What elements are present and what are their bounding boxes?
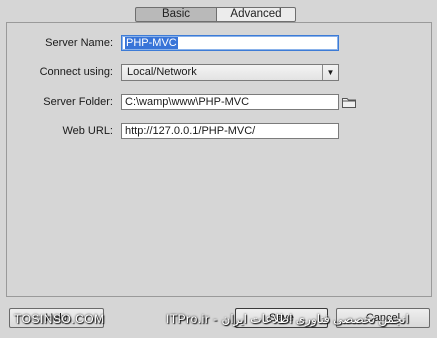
tab-bar: Basic Advanced: [135, 7, 296, 22]
web-url-label: Web URL:: [62, 125, 113, 137]
server-folder-input[interactable]: C:\wamp\www\PHP-MVC: [121, 94, 339, 110]
server-name-input[interactable]: PHP-MVC: [121, 35, 339, 51]
chevron-down-icon[interactable]: ▼: [322, 65, 338, 80]
server-folder-label: Server Folder:: [43, 96, 113, 108]
connect-using-row: Connect using: Local/Network ▼: [7, 64, 431, 82]
server-name-label: Server Name:: [45, 37, 113, 49]
watermark-left: TOSINSO.COM: [14, 312, 105, 326]
basic-settings-panel: Server Name: PHP-MVC Connect using: Loca…: [6, 22, 432, 297]
tab-advanced[interactable]: Advanced: [217, 7, 296, 22]
connect-using-select[interactable]: Local/Network ▼: [121, 64, 339, 81]
tab-basic[interactable]: Basic: [135, 7, 217, 22]
connect-using-value: Local/Network: [127, 66, 197, 78]
web-url-input[interactable]: http://127.0.0.1/PHP-MVC/: [121, 123, 339, 139]
server-name-value: PHP-MVC: [125, 37, 178, 49]
watermark-right: ITPro.ir - انجمن تخصصی فناوری اطلاعات ای…: [166, 312, 409, 326]
web-url-row: Web URL: http://127.0.0.1/PHP-MVC/: [7, 123, 431, 141]
server-name-row: Server Name: PHP-MVC: [7, 35, 431, 53]
connect-using-label: Connect using:: [39, 66, 113, 78]
server-folder-row: Server Folder: C:\wamp\www\PHP-MVC: [7, 94, 431, 112]
folder-icon[interactable]: [342, 96, 356, 108]
